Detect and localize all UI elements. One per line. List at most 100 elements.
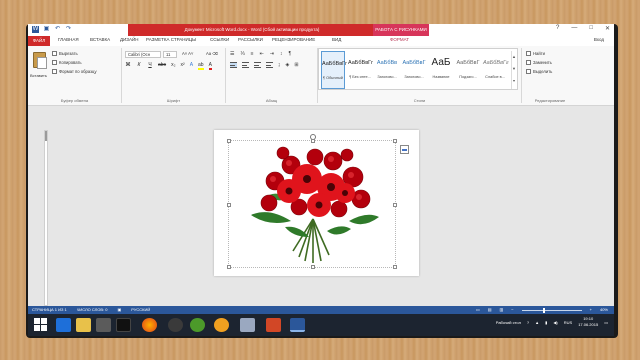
copy-icon <box>52 60 57 66</box>
zoom-level[interactable]: 40% <box>600 306 608 314</box>
borders-icon[interactable]: ⊞ <box>294 62 298 68</box>
strikethrough-icon[interactable]: abc <box>158 62 166 70</box>
bold-icon[interactable]: Ж <box>125 62 131 70</box>
clipboard-group: Вставить Вырезать Копировать Формат по о… <box>28 48 122 103</box>
text-effects-icon[interactable]: A <box>190 62 193 70</box>
store-icon[interactable] <box>96 318 111 332</box>
bullets-icon[interactable]: ☰ <box>230 51 234 57</box>
document-page[interactable] <box>214 130 419 276</box>
firefox-icon[interactable] <box>142 318 157 332</box>
paste-button[interactable]: Вставить <box>30 52 48 80</box>
align-left-icon[interactable] <box>230 62 237 68</box>
font-size-select[interactable]: 11 <box>163 51 177 58</box>
utorrent-icon[interactable] <box>190 318 205 332</box>
multilevel-list-icon[interactable]: ≡ <box>251 51 254 57</box>
align-center-icon[interactable] <box>242 62 249 68</box>
find-button[interactable]: Найти <box>526 51 545 57</box>
start-button[interactable] <box>34 318 48 332</box>
word-count[interactable]: ЧИСЛО СЛОВ: 0 <box>77 306 108 314</box>
close-button[interactable]: ✕ <box>605 25 610 32</box>
zoom-slider-thumb[interactable] <box>542 307 545 313</box>
help-tray-icon[interactable]: ? <box>527 320 529 325</box>
highlight-icon[interactable]: ab <box>198 62 204 70</box>
language-indicator[interactable]: РУССКИЙ <box>131 306 150 314</box>
volume-icon[interactable]: ◀) <box>553 320 557 325</box>
selected-picture[interactable] <box>227 134 409 269</box>
underline-icon[interactable]: Ч <box>147 62 153 70</box>
picture-tools-context-tab: РАБОТА С РИСУНКАМИ <box>373 24 429 36</box>
font-color-icon[interactable]: A <box>208 62 212 70</box>
powerpoint-icon[interactable] <box>266 318 281 332</box>
copy-button[interactable]: Копировать <box>52 60 82 66</box>
tab-references[interactable]: ССЫЛКИ <box>210 37 229 42</box>
cut-button[interactable]: Вырезать <box>52 51 78 57</box>
subscript-icon[interactable]: x₂ <box>171 62 175 70</box>
sign-in-link[interactable]: Вход <box>594 37 604 42</box>
tab-design[interactable]: ДИЗАЙН <box>120 37 139 42</box>
page-count[interactable]: СТРАНИЦА 1 ИЗ 1 <box>32 306 67 314</box>
decrease-indent-icon[interactable]: ⇤ <box>260 51 264 57</box>
tab-format[interactable]: ФОРМАТ <box>390 37 409 42</box>
tab-layout[interactable]: РАЗМЕТКА СТРАНИЦЫ <box>146 37 196 42</box>
vertical-ruler <box>44 130 48 306</box>
tab-review[interactable]: РЕЦЕНЗИРОВАНИЕ <box>272 37 315 42</box>
keyboard-language[interactable]: RUS <box>564 320 572 325</box>
font-name-select[interactable]: Calibri (Осн <box>125 51 161 58</box>
tab-file[interactable]: ФАЙЛ <box>28 36 50 46</box>
format-painter-button[interactable]: Формат по образцу <box>52 69 97 75</box>
zoom-slider[interactable] <box>521 307 582 313</box>
paint-icon[interactable] <box>240 318 255 332</box>
save-icon[interactable]: ▣ <box>43 26 50 33</box>
web-layout-icon[interactable]: ▥ <box>500 306 504 314</box>
sort-icon[interactable]: ↕ <box>280 51 283 57</box>
notification-icon[interactable]: ▭ <box>604 320 608 325</box>
clear-format-icon[interactable]: Aa ⌫ <box>206 51 218 56</box>
paste-label: Вставить <box>30 73 47 78</box>
zoom-in-button[interactable]: + <box>590 306 592 314</box>
hp-icon[interactable] <box>168 318 183 332</box>
tab-view[interactable]: ВИД <box>332 37 341 42</box>
maximize-button[interactable]: □ <box>589 25 593 32</box>
list-row: ☰ ⅓ ≡ ⇤ ⇥ ↕ ¶ <box>230 51 291 57</box>
redo-icon[interactable]: ↷ <box>65 26 72 33</box>
tray-arrow-icon[interactable]: ▲ <box>535 320 539 325</box>
camera-icon[interactable] <box>116 318 131 332</box>
layout-options-icon[interactable] <box>400 145 409 154</box>
shading-icon[interactable]: ◈ <box>286 62 290 68</box>
ie-icon[interactable] <box>56 318 71 332</box>
window-title: Документ Microsoft Word.docx - Word (Сбо… <box>128 24 376 36</box>
ribbon-tabs: ФАЙЛ ГЛАВНАЯ ВСТАВКА ДИЗАЙН РАЗМЕТКА СТР… <box>28 36 614 46</box>
zoom-out-button[interactable]: − <box>511 306 513 314</box>
help-button[interactable]: ? <box>556 25 559 32</box>
numbering-icon[interactable]: ⅓ <box>240 51 244 57</box>
grow-font-icon[interactable]: A˄ A˅ <box>182 51 193 56</box>
pilcrow-icon[interactable]: ¶ <box>288 51 291 57</box>
clock[interactable]: 19:10 17.06.2015 <box>578 316 598 328</box>
font-format-row: Ж К Ч abc x₂ x² A ab A <box>125 62 212 70</box>
tab-insert[interactable]: ВСТАВКА <box>90 37 110 42</box>
tab-home[interactable]: ГЛАВНАЯ <box>58 37 79 42</box>
read-mode-icon[interactable]: ▭ <box>476 306 480 314</box>
network-icon[interactable]: ▮ <box>545 320 547 325</box>
print-layout-icon[interactable]: ▤ <box>488 306 492 314</box>
replace-button[interactable]: Заменить <box>526 60 552 66</box>
status-bar: СТРАНИЦА 1 ИЗ 1 ЧИСЛО СЛОВ: 0 ▣ РУССКИЙ … <box>28 306 614 314</box>
justify-icon[interactable] <box>266 62 273 68</box>
editing-group-label: Редактирование <box>534 98 566 103</box>
proofing-icon[interactable]: ▣ <box>118 306 122 314</box>
scissors-icon <box>52 51 57 57</box>
increase-indent-icon[interactable]: ⇥ <box>270 51 274 57</box>
select-button[interactable]: Выделить <box>526 69 552 75</box>
align-right-icon[interactable] <box>254 62 261 68</box>
media-icon[interactable] <box>214 318 229 332</box>
minimize-button[interactable]: — <box>571 25 577 32</box>
word-taskbar-icon[interactable] <box>290 318 305 332</box>
undo-icon[interactable]: ↶ <box>54 26 61 33</box>
desktop-label[interactable]: Рабочий стол <box>496 320 521 325</box>
file-explorer-icon[interactable] <box>76 318 91 332</box>
italic-icon[interactable]: К <box>136 62 142 70</box>
superscript-icon[interactable]: x² <box>181 62 185 70</box>
tab-mailings[interactable]: РАССЫЛКИ <box>238 37 263 42</box>
line-spacing-icon[interactable]: ↨ <box>278 62 281 68</box>
screen: W ▣ ↶ ↷ Документ Microsoft Word.docx - W… <box>28 24 614 336</box>
